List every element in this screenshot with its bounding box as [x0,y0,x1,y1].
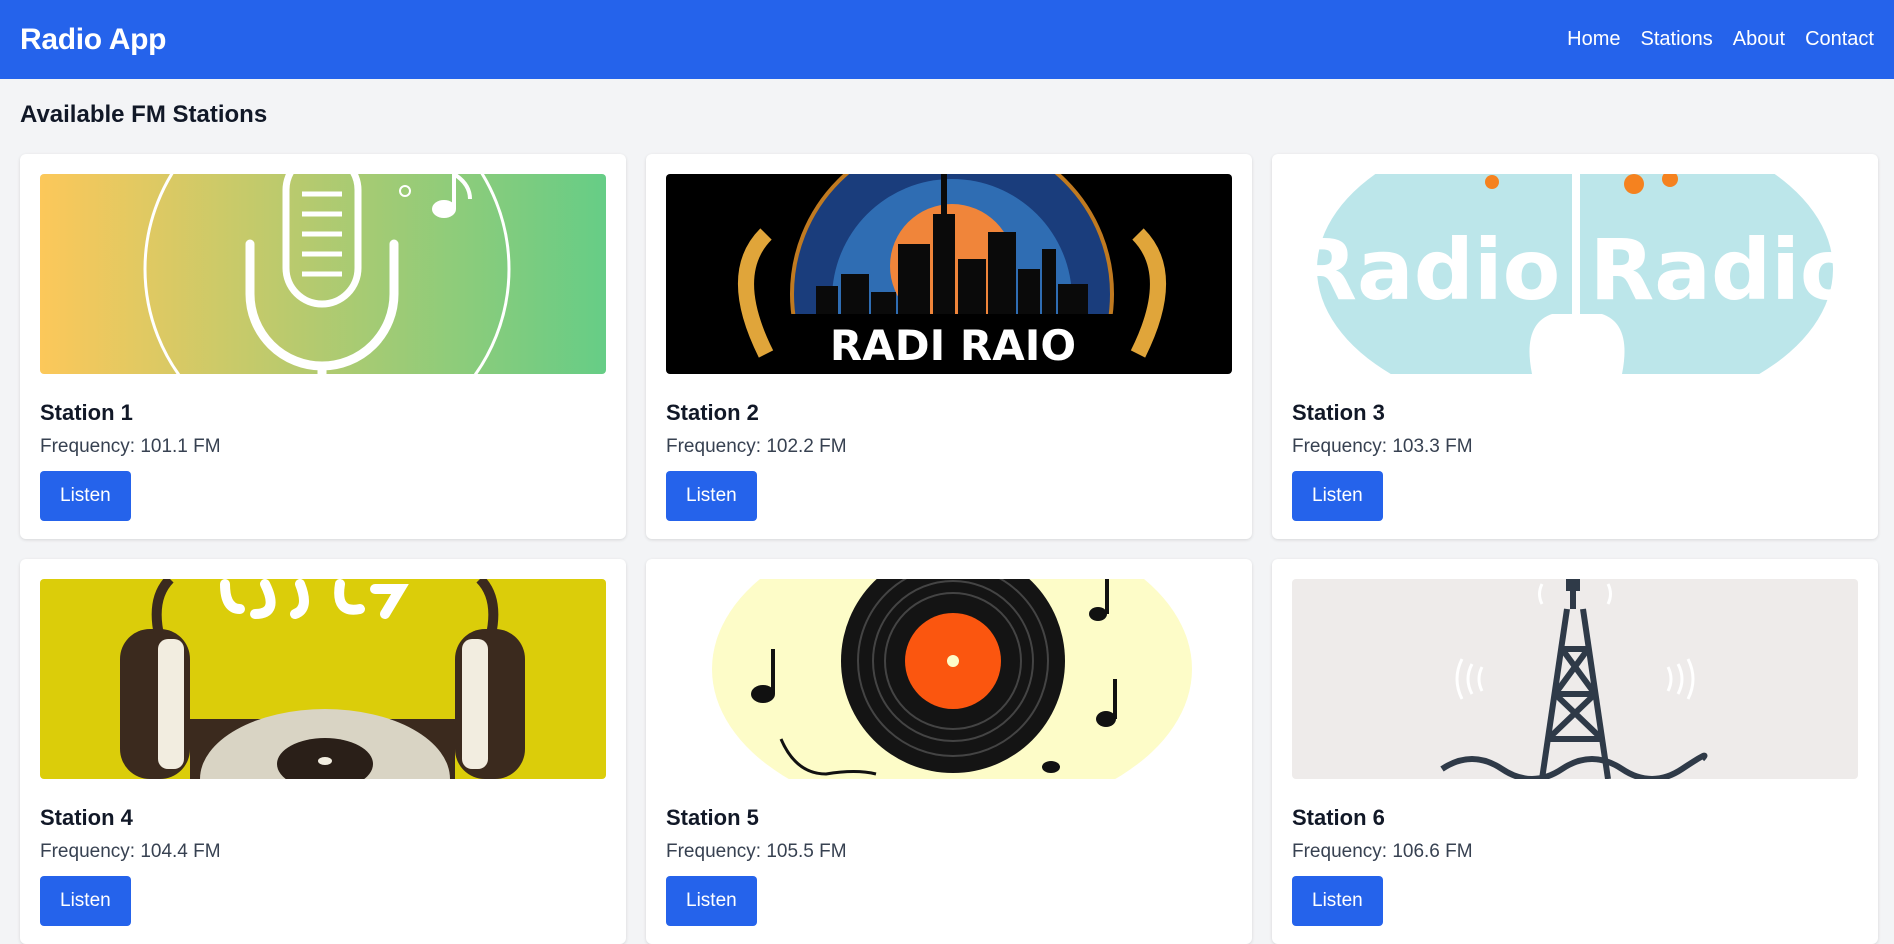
station-name: Station 1 [40,400,133,425]
station-frequency: Frequency: 103.3 FM [1292,436,1473,457]
station-name: Station 3 [1292,400,1385,425]
station-frequency: Frequency: 102.2 FM [666,436,847,457]
station-logo-microphone [40,174,606,374]
nav-stations-link[interactable]: Stations [1641,28,1713,51]
main-nav: Home Stations About Contact [1567,28,1874,51]
app-title[interactable]: Radio App [20,23,166,57]
station-logo-text: Radio Radio [1292,221,1857,319]
station-card: Station 1 Frequency: 101.1 FM Listen [20,154,626,539]
station-name: Station 6 [1292,805,1385,830]
station-card: RADI RAIO Station 2 Frequency: 102.2 FM … [646,154,1252,539]
listen-button[interactable]: Listen [666,876,757,926]
station-card: Station 5 Frequency: 105.5 FM Listen [646,559,1252,944]
station-name: Station 2 [666,400,759,425]
station-name: Station 4 [40,805,133,830]
station-logo-city-headphones: RADI RAIO [666,174,1232,374]
station-card: Radio Radio Station 3 Frequency: 103.3 F… [1272,154,1878,539]
nav-home-link[interactable]: Home [1567,28,1620,51]
station-frequency: Frequency: 101.1 FM [40,436,221,457]
station-name: Station 5 [666,805,759,830]
listen-button[interactable]: Listen [1292,471,1383,521]
listen-button[interactable]: Listen [666,471,757,521]
top-navbar: Radio App Home Stations About Contact [0,0,1894,79]
nav-about-link[interactable]: About [1733,28,1785,51]
listen-button[interactable]: Listen [40,471,131,521]
page-title: Available FM Stations [20,101,268,128]
station-grid: Station 1 Frequency: 101.1 FM Listen RAD… [20,154,1879,944]
station-logo-text: RADI RAIO [830,321,1076,370]
station-card: Station 4 Frequency: 104.4 FM Listen [20,559,626,944]
station-logo-headphones-turntable [40,579,606,779]
station-logo-radio-tower [1292,579,1858,779]
listen-button[interactable]: Listen [1292,876,1383,926]
nav-contact-link[interactable]: Contact [1805,28,1874,51]
listen-button[interactable]: Listen [40,876,131,926]
station-card: Station 6 Frequency: 106.6 FM Listen [1272,559,1878,944]
station-logo-guitar: Radio Radio [1292,174,1858,374]
station-logo-vinyl [666,579,1232,779]
